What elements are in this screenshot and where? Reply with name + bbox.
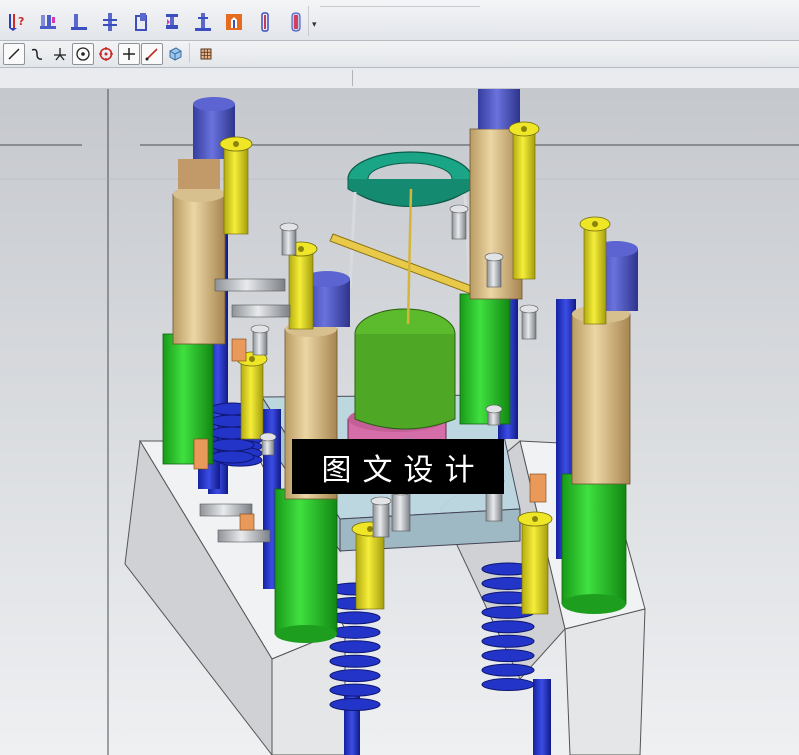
ejector-rod xyxy=(240,358,264,440)
ejector-rod xyxy=(583,223,607,325)
offset-block-icon[interactable] xyxy=(129,9,153,35)
spring-coil xyxy=(481,634,535,648)
assembly-render: YC xyxy=(0,89,799,755)
bolt-head xyxy=(519,304,539,314)
spring-coil xyxy=(481,663,535,677)
ejector-rod xyxy=(512,128,536,280)
branch-tool-icon[interactable] xyxy=(49,43,71,65)
bolt-head xyxy=(449,204,469,214)
ejector-rod xyxy=(355,528,385,610)
socket-hole xyxy=(249,356,255,362)
watermark-label: 图文设计 xyxy=(292,439,504,494)
socket-hole xyxy=(592,221,598,227)
socket-hole xyxy=(532,516,538,522)
bolt-head xyxy=(279,222,299,232)
spring-coil xyxy=(329,698,381,712)
point-target-icon[interactable] xyxy=(95,43,117,65)
clamp-icon[interactable] xyxy=(160,9,184,35)
bolt-head xyxy=(485,404,503,414)
socket-bolt xyxy=(391,490,411,532)
spring-coil xyxy=(329,654,381,668)
watermark-text: 图文设计 xyxy=(321,452,486,488)
sketch-toolbar xyxy=(0,41,799,68)
ejector-rod xyxy=(521,518,549,615)
orange-block-icon[interactable] xyxy=(222,9,246,35)
socket-bolt xyxy=(521,308,537,340)
socket-hole xyxy=(367,526,373,532)
chevron-down-icon[interactable]: ▾ xyxy=(312,20,317,30)
spring-coil xyxy=(481,678,535,692)
bolt-head xyxy=(250,324,270,334)
grid-icon[interactable] xyxy=(195,43,217,65)
ejector-rod xyxy=(288,248,314,330)
spring-coil xyxy=(481,649,535,663)
spring-coil xyxy=(209,438,255,452)
document-tab-strip xyxy=(0,68,799,89)
spring-coil xyxy=(329,640,381,654)
cad-viewport[interactable]: YC xyxy=(0,89,799,755)
h-stack-icon[interactable] xyxy=(98,9,122,35)
circle-center-icon[interactable] xyxy=(72,43,94,65)
socket-hole xyxy=(298,246,304,252)
socket-bolt xyxy=(372,500,390,538)
column-layout-icon[interactable] xyxy=(36,9,60,35)
svg-text:?: ? xyxy=(18,15,24,28)
top-toolbar: ? ▾ xyxy=(0,0,799,41)
view-cube-icon[interactable] xyxy=(164,43,186,65)
line-tool-icon[interactable] xyxy=(3,43,25,65)
spring-coil xyxy=(329,669,381,683)
socket-hole xyxy=(233,141,239,147)
post-icon[interactable] xyxy=(191,9,215,35)
tab-edge xyxy=(320,0,480,7)
red-pin-icon[interactable] xyxy=(284,9,308,35)
socket-hole xyxy=(521,126,527,132)
spring-coil xyxy=(329,683,381,697)
bolt-head xyxy=(259,432,277,442)
diagonal-line-icon[interactable] xyxy=(141,43,163,65)
crosshair-icon[interactable] xyxy=(118,43,140,65)
ejector-rod xyxy=(223,143,249,235)
spring-coil xyxy=(329,611,381,625)
l-bracket-icon[interactable] xyxy=(67,9,91,35)
analysis-query-icon[interactable]: ? xyxy=(5,9,29,35)
socket-bolt xyxy=(486,256,502,288)
tab-divider xyxy=(352,70,353,86)
spring-coil xyxy=(209,450,255,464)
bolt-head xyxy=(370,496,392,506)
spring-coil xyxy=(329,625,381,639)
toolbar-separator xyxy=(189,43,190,63)
socket-bolt xyxy=(451,208,467,240)
bolt-head xyxy=(484,252,504,262)
thin-pin-icon[interactable] xyxy=(253,9,277,35)
spring-coil xyxy=(481,620,535,634)
toolbar-separator xyxy=(308,6,309,36)
curve-tool-icon[interactable] xyxy=(26,43,48,65)
